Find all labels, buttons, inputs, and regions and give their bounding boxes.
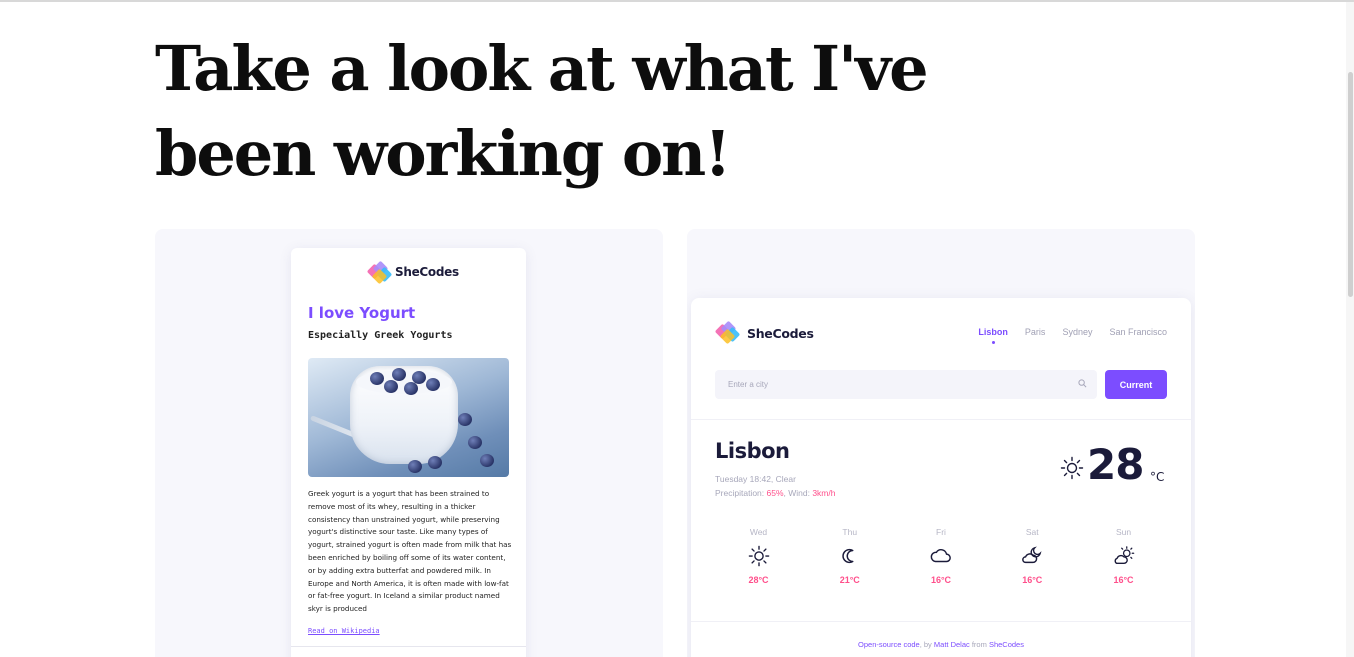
forecast-day-name: Sun — [1115, 527, 1132, 537]
forecast-day-name: Fri — [936, 527, 946, 537]
precipitation-value: 65% — [766, 488, 784, 498]
divider — [691, 419, 1191, 420]
yogurt-description: Greek yogurt is a yogurt that has been s… — [308, 489, 512, 614]
forecast-temp: 16°C — [1022, 575, 1043, 585]
cloud-moon-icon — [1022, 546, 1042, 564]
forecast-temp: 16°C — [930, 575, 952, 585]
weather-app-preview: SheCodes Lisbon Paris Sydney San Francis… — [691, 298, 1191, 657]
forecast-row: Wed 28°C Thu 21°C Fri 16°C Sat 16°C Sun — [713, 527, 1169, 585]
temperature-unit: °C — [1150, 470, 1165, 484]
logo-text: SheCodes — [747, 325, 814, 341]
yogurt-subtitle: Especially Greek Yogurts — [308, 330, 453, 341]
page-scrollbar[interactable] — [1346, 2, 1354, 657]
divider — [291, 646, 526, 647]
divider — [691, 621, 1191, 622]
wikipedia-link[interactable]: Read on Wikipedia — [308, 627, 380, 635]
scrollbar-thumb[interactable] — [1348, 72, 1353, 297]
wind-value: 3km/h — [812, 488, 836, 498]
city-name: Lisbon — [715, 439, 790, 463]
shecodes-link[interactable]: SheCodes — [989, 640, 1024, 649]
open-source-link[interactable]: Open-source code — [858, 640, 920, 649]
search-icon — [1078, 379, 1087, 388]
yogurt-title: I love Yogurt — [308, 304, 416, 322]
shecodes-logo-icon — [366, 260, 393, 285]
forecast-day: Wed 28°C — [713, 527, 804, 585]
precipitation-wind: Precipitation: 65%, Wind: 3km/h — [715, 488, 836, 498]
city-nav: Lisbon Paris Sydney San Francisco — [961, 327, 1167, 344]
city-link-lisbon[interactable]: Lisbon — [978, 327, 1008, 344]
date-condition: Tuesday 18:42, Clear — [715, 474, 796, 484]
shecodes-logo: SheCodes — [714, 320, 814, 345]
shecodes-logo-icon — [714, 320, 744, 345]
yogurt-page-preview: SheCodes I love Yogurt Especially Greek … — [291, 248, 526, 657]
project-card-weather[interactable]: SheCodes Lisbon Paris Sydney San Francis… — [687, 229, 1195, 657]
forecast-temp: 28°C — [748, 575, 769, 585]
cloud-icon — [930, 548, 951, 563]
forecast-day-name: Wed — [749, 527, 768, 537]
city-link-paris[interactable]: Paris — [1025, 327, 1046, 337]
logo-text: SheCodes — [395, 265, 459, 279]
forecast-day: Sat 16°C — [987, 527, 1078, 585]
weather-footer: Open-source code, by Matt Delac from She… — [858, 640, 1024, 649]
moon-icon — [842, 548, 854, 564]
forecast-temp: 21°C — [839, 575, 860, 585]
author-link[interactable]: Matt Delac — [934, 640, 970, 649]
current-location-button[interactable]: Current — [1105, 370, 1167, 399]
city-link-san-francisco[interactable]: San Francisco — [1109, 327, 1167, 337]
cloud-sun-icon — [1114, 546, 1134, 565]
forecast-day-name: Sat — [1025, 527, 1039, 537]
sun-icon — [1060, 456, 1084, 480]
forecast-day: Sun 16°C — [1078, 527, 1169, 585]
forecast-temp: 16°C — [1113, 575, 1134, 585]
yogurt-photo — [308, 358, 509, 477]
search-placeholder: Enter a city — [728, 380, 769, 389]
sun-icon — [748, 545, 769, 567]
forecast-day: Fri 16°C — [896, 527, 987, 585]
forecast-day-name: Thu — [842, 527, 858, 537]
page-headline: Take a look at what I've been working on… — [155, 32, 929, 190]
project-card-yogurt[interactable]: SheCodes I love Yogurt Especially Greek … — [155, 229, 663, 657]
current-temperature: 28 — [1087, 440, 1144, 489]
top-border — [0, 0, 1354, 2]
city-search-input[interactable]: Enter a city — [715, 370, 1097, 399]
city-link-sydney[interactable]: Sydney — [1062, 327, 1092, 337]
forecast-day: Thu 21°C — [804, 527, 895, 585]
shecodes-logo: SheCodes — [366, 260, 459, 285]
